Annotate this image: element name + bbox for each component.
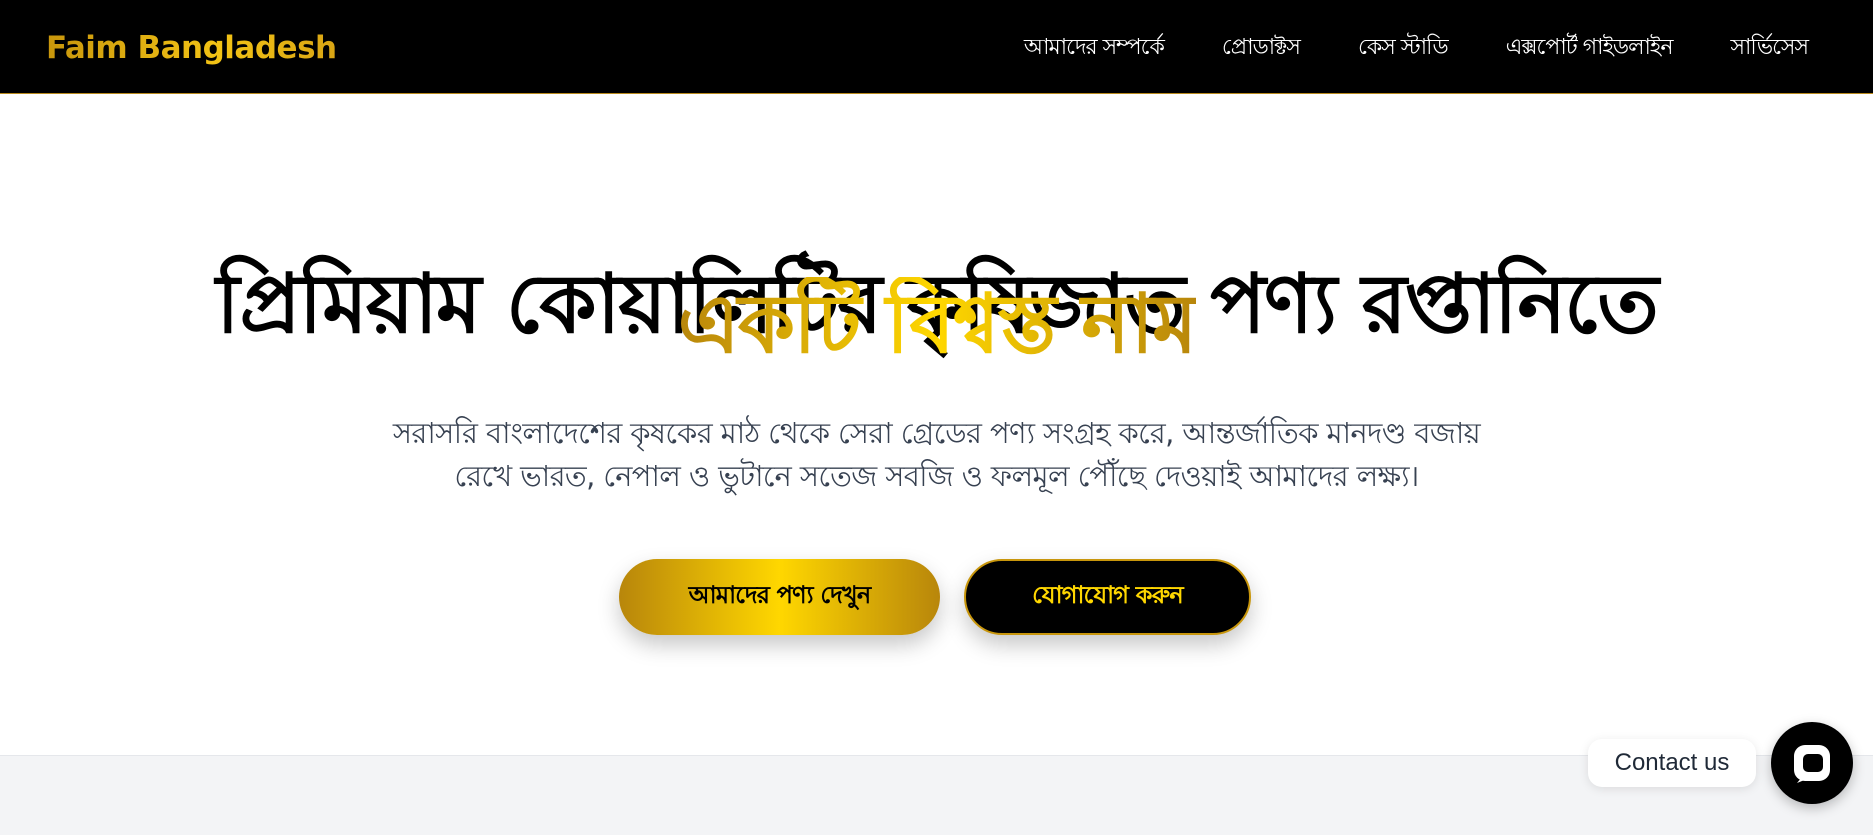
hero-title-line2: একটি বিশ্বস্ত নাম (0, 275, 1873, 375)
brand-logo-text[interactable]: Faim Bangladesh (46, 26, 337, 70)
nav-item-about[interactable]: আমাদের সম্পর্কে (1024, 30, 1165, 66)
main-menu: আমাদের সম্পর্কে প্রোডাক্টস কেস স্টাডি এক… (1024, 30, 1809, 66)
view-products-button[interactable]: আমাদের পণ্য দেখুন (619, 559, 940, 635)
hero-title-highlight: একটি বিশ্বস্ত নাম (677, 277, 1197, 372)
nav-item-export-guideline[interactable]: এক্সপোর্ট গাইডলাইন (1506, 30, 1674, 66)
contact-widget-button[interactable] (1771, 722, 1853, 804)
hero-subtitle: সরাসরি বাংলাদেশের কৃষকের মাঠ থেকে সেরা গ… (392, 416, 1481, 493)
contact-button[interactable]: যোগাযোগ করুন (964, 559, 1251, 635)
nav-item-services[interactable]: সার্ভিসেস (1730, 30, 1809, 66)
contact-us-label[interactable]: Contact us (1588, 739, 1756, 787)
nav-item-case-study[interactable]: কেস স্টাডি (1358, 30, 1449, 66)
nav-item-products[interactable]: প্রোডাক্টস (1222, 30, 1301, 66)
chat-bubble-icon (1794, 745, 1830, 783)
hero-section: প্রিমিয়াম কোয়ালিটির কৃষিজাত পণ্য রপ্তা… (0, 95, 1873, 755)
top-navbar: Faim Bangladesh আমাদের সম্পর্কে প্রোডাক্… (0, 0, 1873, 94)
